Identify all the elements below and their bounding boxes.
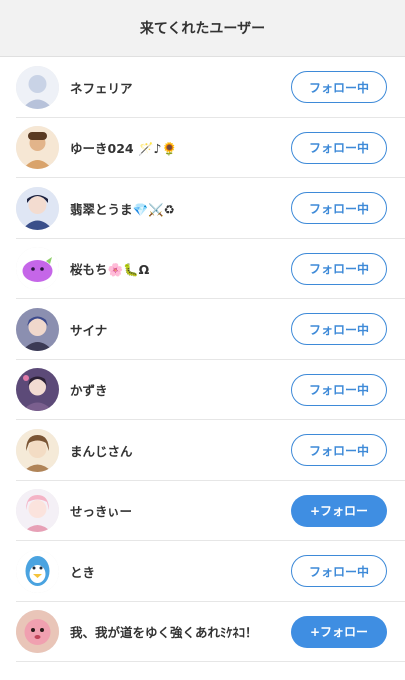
following-button[interactable]: フォロー中: [291, 313, 387, 346]
avatar[interactable]: [16, 549, 59, 593]
user-name[interactable]: 翡翠とうま💎⚔️♻︎: [70, 199, 291, 218]
avatar[interactable]: [16, 65, 59, 109]
user-name[interactable]: ゆーき024 🪄♪🌻: [70, 138, 291, 157]
user-name[interactable]: サイナ: [70, 320, 291, 339]
page-title: 来てくれたユーザー: [139, 21, 266, 37]
avatar[interactable]: [16, 307, 59, 351]
user-row[interactable]: 我、我が道をゆく強くあれﾐｹﾈｺ！ +フォロー: [0, 602, 405, 663]
following-button[interactable]: フォロー中: [291, 555, 387, 588]
user-row[interactable]: とき フォロー中: [0, 541, 405, 602]
user-name[interactable]: 我、我が道をゆく強くあれﾐｹﾈｺ！: [70, 622, 291, 641]
following-button[interactable]: フォロー中: [291, 192, 387, 225]
user-list: ネフェリア フォロー中 ゆーき024 🪄♪🌻 フォロー中 翡翠とうま💎⚔️♻︎ …: [0, 57, 405, 662]
following-button[interactable]: フォロー中: [291, 71, 387, 104]
user-name[interactable]: とき: [70, 562, 291, 581]
follow-button[interactable]: +フォロー: [291, 494, 387, 527]
avatar[interactable]: [16, 368, 59, 412]
avatar[interactable]: [16, 247, 59, 291]
avatar[interactable]: [16, 489, 59, 533]
user-row[interactable]: まんじさん フォロー中: [0, 420, 405, 481]
following-button[interactable]: フォロー中: [291, 131, 387, 164]
avatar[interactable]: [16, 428, 59, 472]
user-row[interactable]: ネフェリア フォロー中: [0, 57, 405, 118]
user-row[interactable]: せっきぃー +フォロー: [0, 481, 405, 542]
following-button[interactable]: フォロー中: [291, 434, 387, 467]
user-name[interactable]: まんじさん: [70, 441, 291, 460]
avatar[interactable]: [16, 126, 59, 170]
avatar[interactable]: [16, 610, 59, 654]
avatar[interactable]: [16, 186, 59, 230]
user-name[interactable]: 桜もち🌸🐛Ω: [70, 259, 291, 278]
user-name[interactable]: ネフェリア: [70, 78, 291, 97]
user-row[interactable]: 翡翠とうま💎⚔️♻︎ フォロー中: [0, 178, 405, 239]
user-name[interactable]: かずき: [70, 380, 291, 399]
following-button[interactable]: フォロー中: [291, 373, 387, 406]
user-row[interactable]: ゆーき024 🪄♪🌻 フォロー中: [0, 118, 405, 179]
following-button[interactable]: フォロー中: [291, 252, 387, 285]
page-header: 来てくれたユーザー: [0, 0, 405, 57]
user-name[interactable]: せっきぃー: [70, 501, 291, 520]
follow-button[interactable]: +フォロー: [291, 615, 387, 648]
user-row[interactable]: かずき フォロー中: [0, 360, 405, 421]
user-row[interactable]: 桜もち🌸🐛Ω フォロー中: [0, 239, 405, 300]
user-row[interactable]: サイナ フォロー中: [0, 299, 405, 360]
